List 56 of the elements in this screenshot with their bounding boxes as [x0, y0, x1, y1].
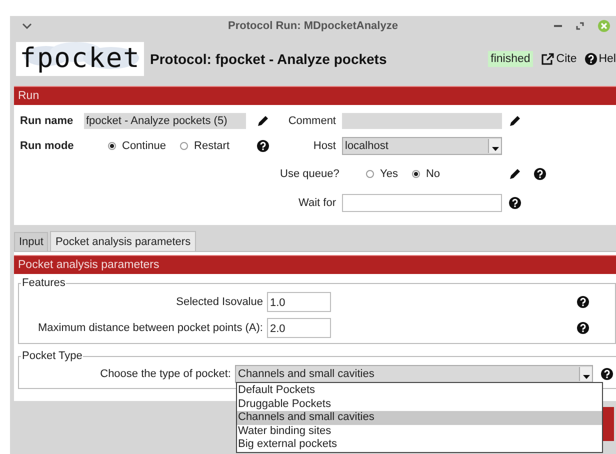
group-legend: Pocket Type	[21, 350, 84, 362]
cite-link[interactable]: Cite	[541, 53, 577, 65]
protocol-title: Protocol: fpocket - Analyze pockets	[150, 51, 387, 67]
radio-option[interactable]: Restart	[180, 140, 230, 152]
dropdown-option[interactable]: Big external pockets	[237, 438, 602, 452]
field-label: Selected Isovalue	[175, 296, 263, 308]
external-link-icon	[541, 53, 554, 65]
field-label: Maximum distance between pocket points (A):	[37, 322, 263, 334]
caret-icon	[582, 375, 590, 379]
number-field[interactable]: 1.0	[267, 292, 331, 312]
radio-button[interactable]	[412, 170, 420, 178]
radio-option[interactable]: No	[412, 168, 440, 180]
field-label: Comment	[287, 115, 337, 127]
host-dropdown[interactable]: localhost	[342, 137, 502, 155]
status-badge: finished	[488, 51, 534, 67]
help-icon	[584, 53, 597, 65]
radio-button[interactable]	[108, 142, 116, 150]
help-link[interactable]: Hel	[584, 53, 616, 65]
field-label: Use queue?	[280, 168, 340, 180]
field-label: Choose the type of pocket:	[99, 368, 231, 380]
pencil-icon[interactable]	[509, 168, 521, 180]
help-icon[interactable]	[577, 322, 589, 334]
chevron-down-icon[interactable]	[22, 23, 32, 29]
dropdown-option[interactable]: Default Pockets	[237, 384, 602, 398]
field-label: Host	[312, 140, 337, 152]
help-icon[interactable]	[577, 296, 589, 308]
dropdown-option[interactable]: Channels and small cavities	[237, 411, 602, 424]
pencil-icon[interactable]	[257, 115, 269, 127]
pencil-icon[interactable]	[509, 115, 521, 127]
comment-field[interactable]	[342, 113, 502, 129]
dropdown-option[interactable]: Druggable Pockets	[237, 398, 602, 411]
radio-button[interactable]	[180, 142, 188, 150]
number-field[interactable]: 2.0	[267, 318, 331, 338]
wait-for-field[interactable]	[342, 194, 502, 212]
caret-icon	[492, 147, 498, 151]
tab[interactable]: Input	[14, 232, 48, 251]
radio-option[interactable]: Yes	[366, 168, 398, 180]
help-icon[interactable]	[257, 140, 269, 152]
radio-option[interactable]: Continue	[108, 140, 166, 152]
tab[interactable]: Pocket analysis parameters	[50, 231, 196, 251]
section-header: Run	[14, 86, 616, 105]
radio-button[interactable]	[366, 170, 374, 178]
help-icon[interactable]	[534, 168, 546, 180]
group-legend: Features	[21, 277, 66, 289]
logo: fpocket	[16, 42, 144, 76]
run-name-field[interactable]: fpocket - Analyze pockets (5)	[84, 113, 246, 129]
field-label: Run mode	[20, 140, 75, 152]
help-icon[interactable]	[601, 368, 613, 380]
minimize-icon[interactable]	[554, 24, 562, 28]
section-header: Pocket analysis parameters	[14, 255, 616, 274]
dropdown-option[interactable]: Water binding sites	[237, 424, 602, 438]
help-icon[interactable]	[509, 197, 521, 209]
window-title: Protocol Run: MDpocketAnalyze	[228, 20, 398, 32]
restore-icon[interactable]	[576, 22, 584, 30]
field-label: Run name	[20, 115, 74, 127]
field-label: Wait for	[298, 197, 337, 209]
